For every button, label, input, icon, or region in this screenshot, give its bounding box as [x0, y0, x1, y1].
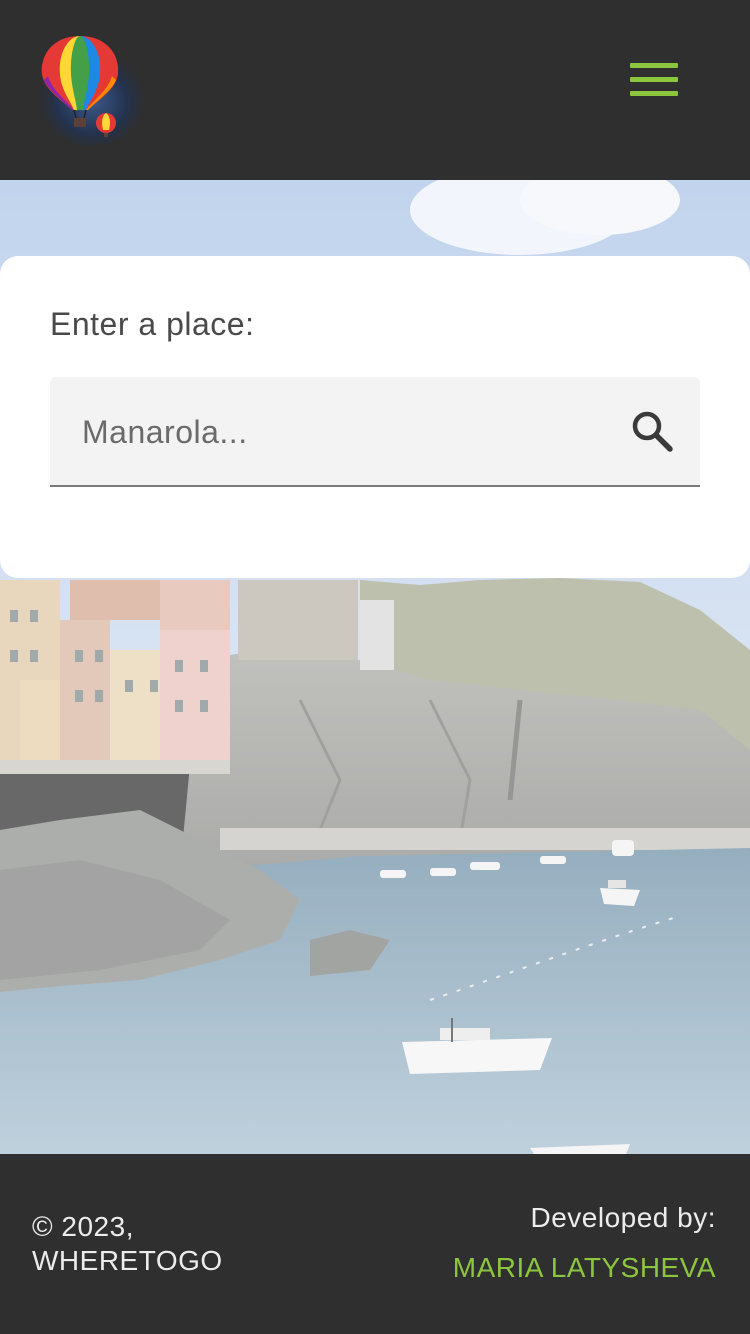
developed-by-label: Developed by:	[530, 1202, 716, 1233]
copyright: © 2023, WHERETOGO	[32, 1210, 332, 1278]
hot-air-balloon-logo-icon[interactable]	[30, 30, 150, 150]
app-header	[0, 0, 750, 180]
developer-name-link[interactable]: MARIA LATYSHEVA	[453, 1252, 716, 1284]
menu-bar	[630, 91, 678, 96]
search-input[interactable]	[80, 377, 604, 487]
menu-bar	[630, 77, 678, 82]
hamburger-menu-icon[interactable]	[622, 58, 686, 102]
menu-bar	[630, 63, 678, 68]
page: Enter a place: © 2023, WHERETOGO Develop…	[0, 0, 750, 1334]
search-icon[interactable]	[628, 407, 676, 455]
copyright-brand: WHERETOGO	[32, 1245, 223, 1276]
search-label: Enter a place:	[50, 306, 255, 342]
app-footer: © 2023, WHERETOGO Developed by: MARIA LA…	[0, 1154, 750, 1334]
search-field[interactable]	[50, 377, 700, 487]
copyright-year: © 2023,	[32, 1211, 134, 1242]
